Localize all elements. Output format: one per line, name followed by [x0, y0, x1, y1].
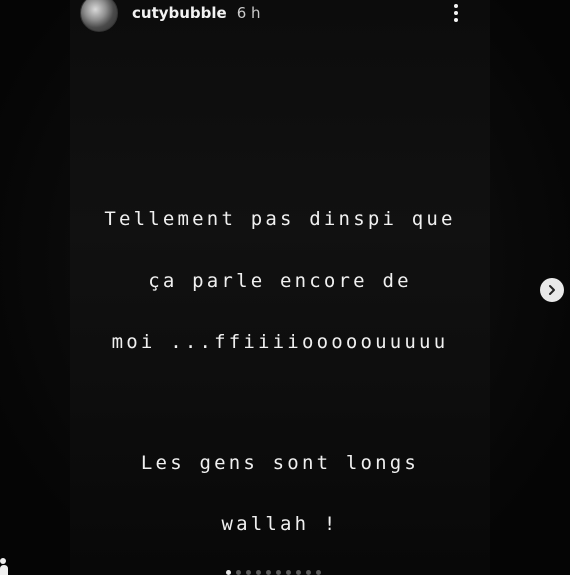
story-text-line-2: ça parle encore de: [148, 270, 412, 292]
progress-dot: [246, 570, 251, 575]
story-viewer: cutybubble 6 h Tellement pas dinspi que …: [0, 0, 570, 575]
story-text-line-5: wallah !: [221, 513, 339, 535]
story-header: cutybubble 6 h: [80, 0, 480, 32]
progress-dot: [226, 570, 231, 575]
person-icon[interactable]: [0, 556, 10, 575]
post-time: 6 h: [236, 4, 261, 22]
story-text-line-3: moi ...ffiiiiooooouuuuu: [111, 331, 449, 353]
story-progress-dots: [226, 570, 321, 575]
progress-dot: [236, 570, 241, 575]
progress-dot: [316, 570, 321, 575]
more-options-button[interactable]: [446, 0, 466, 26]
more-dot: [454, 18, 458, 22]
progress-dot: [286, 570, 291, 575]
progress-dot: [256, 570, 261, 575]
more-dot: [454, 11, 458, 15]
profile-avatar[interactable]: [80, 0, 118, 32]
next-story-button[interactable]: [540, 278, 564, 302]
chevron-right-icon: [549, 285, 555, 295]
progress-dot: [296, 570, 301, 575]
username[interactable]: cutybubble: [132, 4, 227, 22]
progress-dot: [306, 570, 311, 575]
progress-dot: [276, 570, 281, 575]
progress-dot: [266, 570, 271, 575]
story-text-line-4: Les gens sont longs: [140, 452, 420, 474]
more-dot: [454, 4, 458, 8]
story-text-line-1: Tellement pas dinspi que: [104, 208, 456, 230]
